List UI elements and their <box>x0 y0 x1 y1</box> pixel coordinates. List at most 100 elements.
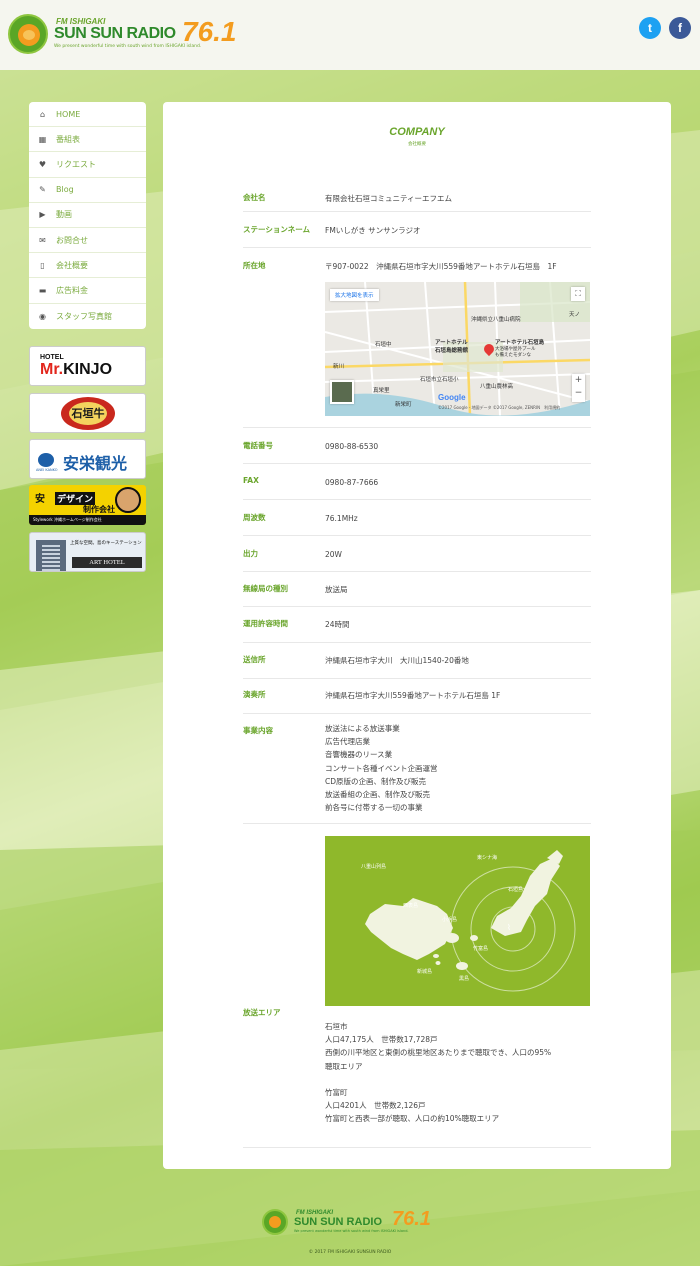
sidebar-item-label: スタッフ写真館 <box>56 311 112 321</box>
banner-anei-kanko[interactable]: ANEI KANKO 安栄観光 <box>29 439 146 479</box>
google-map[interactable]: 拡大地図を表示 ⛶ 沖縄県立八重山病院 石垣中 新川 アートホテル 石垣島総務舘… <box>325 282 590 416</box>
info-value: 24時間 <box>325 618 350 631</box>
banner-beef-text: 石垣牛 <box>71 407 105 420</box>
info-label: 運用許容時間 <box>243 619 288 628</box>
info-label: 出力 <box>243 549 258 558</box>
info-value-line: 放送局 <box>325 585 348 594</box>
info-value-line: 0980-87-7666 <box>325 478 379 487</box>
info-value-line: 放送法による放送事業 <box>325 724 400 733</box>
map-copyright: ©2017 Google - 地図データ ©2017 Google, ZENRI… <box>438 405 561 410</box>
info-value: 放送法による放送事業 広告代理店業 音響機器のリース業 コンサート各種イベント企画運営… <box>325 722 438 814</box>
info-value: 0980-88-6530 <box>325 440 378 453</box>
footer-logo-tagline: We present wonderful time with south win… <box>294 1229 409 1233</box>
sidebar-item-label: リクエスト <box>56 159 96 169</box>
info-row: 会社名 有限会社石垣コミュニティーエフエム <box>243 182 591 212</box>
info-label: 無線局の種別 <box>243 584 288 593</box>
area-label-taketomi: 竹富島 <box>473 946 489 952</box>
sidebar-item-label: 広告料金 <box>56 285 88 295</box>
info-value-line: 24時間 <box>325 620 350 629</box>
info-label: 電話番号 <box>243 441 273 450</box>
info-row: ステーションネーム FMいしがき サンサンラジオ <box>243 214 591 248</box>
home-icon: ⌂ <box>39 109 46 119</box>
info-value-line: 沖縄県石垣市字大川559番地アートホテル石垣島 1F <box>325 691 501 700</box>
area-label-kuroshima: 黒島 <box>459 976 470 982</box>
info-label: 周波数 <box>243 513 266 522</box>
mascot-icon <box>8 14 48 54</box>
sidebar-nav: ⌂ HOME ▦ 番組表 ♥ リクエスト ✎ Blog ▶ 動画 ✉ お問合せ ▯ 会社概要 ▬ 広告料金 ◉ ス… <box>29 102 146 329</box>
info-value-line: 石垣市 <box>325 1022 348 1031</box>
map-label-school2: 石垣市立石垣小 <box>420 377 459 383</box>
info-row: 出力 20W <box>243 538 591 572</box>
logo-tagline: We present wonderful time with south win… <box>54 44 202 49</box>
map-label-hotel-full: アートホテル石垣島 <box>495 340 545 346</box>
mail-icon: ✉ <box>39 235 46 245</box>
info-label: 放送エリア <box>243 1008 281 1017</box>
antenna-icon: ⌇ <box>507 923 511 932</box>
footer-logo-frequency: 76.1 <box>392 1208 431 1230</box>
info-label: 事業内容 <box>243 726 273 735</box>
info-row: 無線局の種別 放送局 <box>243 573 591 607</box>
info-value-line: 0980-88-6530 <box>325 442 379 451</box>
banner-kinjo-name: KINJO <box>63 361 113 378</box>
footer-copyright: © 2017 FM ISHIGAKI SUNSUN RADIO <box>308 1250 392 1255</box>
banner-hotel-mr-kinjo[interactable]: HOTEL Mr.KINJO <box>29 346 146 386</box>
area-label-kohama: 小浜島 <box>442 917 458 923</box>
sidebar-item-0[interactable]: ⌂ HOME <box>29 102 146 128</box>
sidebar-item-6[interactable]: ▯ 会社概要 <box>29 253 146 279</box>
area-label-aragusuku: 新城島 <box>417 969 433 975</box>
sidebar-item-label: お問合せ <box>56 235 88 245</box>
info-value: 76.1MHz <box>325 512 358 525</box>
sidebar-item-label: 動画 <box>56 210 72 220</box>
calendar-icon: ▦ <box>38 134 47 144</box>
site-logo[interactable]: FM ISHIGAKI SUN SUN RADIO 76.1 We presen… <box>8 14 244 54</box>
pencil-icon: ✎ <box>39 185 46 195</box>
info-value-line: 人口4201人 世帯数2,126戸 <box>325 1101 426 1111</box>
map-label-bank: 八重山農林高 <box>480 384 514 390</box>
map-zoom-control[interactable]: + − <box>572 374 585 402</box>
banner-art-hotel[interactable]: 上質な空間。島のキーステーション ART HOTEL <box>29 532 146 572</box>
info-value-line: 音響機器のリース業 <box>325 750 393 760</box>
banner-stylework-bar: Stylework 沖縄ホームページ制作会社 <box>33 517 102 522</box>
map-label-hospital: 沖縄県立八重山病院 <box>471 317 521 323</box>
twitter-icon[interactable]: t <box>639 17 661 39</box>
sidebar-item-8[interactable]: ◉ スタッフ写真館 <box>29 304 146 329</box>
map-enlarge-link[interactable]: 拡大地図を表示 <box>330 289 379 301</box>
area-label-ishigaki: 石垣島 <box>508 887 524 893</box>
footer-mascot-icon <box>262 1209 288 1235</box>
info-value-line: 人口47,175人 世帯数17,728戸 <box>325 1035 438 1045</box>
banner-ishigaki-beef[interactable]: 石垣牛 <box>29 393 146 433</box>
info-value-line: 放送番組の企画、制作及び販売 <box>325 790 430 800</box>
info-row: 運用許容時間 24時間 <box>243 608 591 643</box>
info-value-line: 西側の川平地区と東側の桃里地区あたりまで聴取でき、人口の95% <box>325 1048 552 1058</box>
info-row: 周波数 76.1MHz <box>243 502 591 536</box>
broadcast-area-map: 八重山列島 東シナ海 石垣島 西表島 小浜島 竹富島 新城島 黒島 ⌇ <box>325 836 590 1006</box>
facebook-icon[interactable]: f <box>669 17 691 39</box>
info-label: 送信所 <box>243 655 266 664</box>
banner-kinjo-small: HOTEL <box>40 354 64 361</box>
banner-arthotel-t1: 上質な空間。島のキーステーション <box>70 541 142 546</box>
sidebar-item-4[interactable]: ▶ 動画 <box>29 203 146 228</box>
info-value-line: 竹富町 <box>325 1088 348 1097</box>
banner-stylework-t1: 安 <box>35 494 45 505</box>
info-value-line: 〒907-0022 沖縄県石垣市字大川559番地アートホテル石垣島 1F <box>325 262 557 271</box>
sidebar-item-3[interactable]: ✎ Blog <box>29 178 146 203</box>
sidebar-item-label: 番組表 <box>56 134 80 144</box>
sidebar-item-5[interactable]: ✉ お問合せ <box>29 228 146 254</box>
person-face-icon <box>115 487 141 513</box>
info-value-line: 聴取エリア <box>325 1061 363 1071</box>
map-fullscreen-icon[interactable]: ⛶ <box>571 287 585 301</box>
map-satellite-toggle[interactable] <box>330 380 354 404</box>
google-logo: Google <box>438 393 466 402</box>
info-row: 演奏所 沖縄県石垣市字大川559番地アートホテル石垣島 1F <box>243 679 591 714</box>
footer-logo[interactable]: FM ISHIGAKI SUN SUN RADIO 76.1 We presen… <box>262 1208 444 1236</box>
banner-anei-small: ANEI KANKO <box>36 468 58 472</box>
map-label-ten: 天ノ <box>569 312 581 318</box>
sidebar-item-2[interactable]: ♥ リクエスト <box>29 152 146 178</box>
banner-stylework[interactable]: 安 デザイン 制作会社 Stylework 沖縄ホームページ制作会社 <box>29 485 146 525</box>
map-label-kawa: 新栄町 <box>395 402 412 408</box>
info-value: 沖縄県石垣市字大川 大川山1540-20番地 <box>325 654 469 667</box>
sidebar-item-7[interactable]: ▬ 広告料金 <box>29 278 146 304</box>
info-label: 所在地 <box>243 261 266 270</box>
info-value-line: 20W <box>325 550 342 559</box>
sidebar-item-1[interactable]: ▦ 番組表 <box>29 127 146 153</box>
